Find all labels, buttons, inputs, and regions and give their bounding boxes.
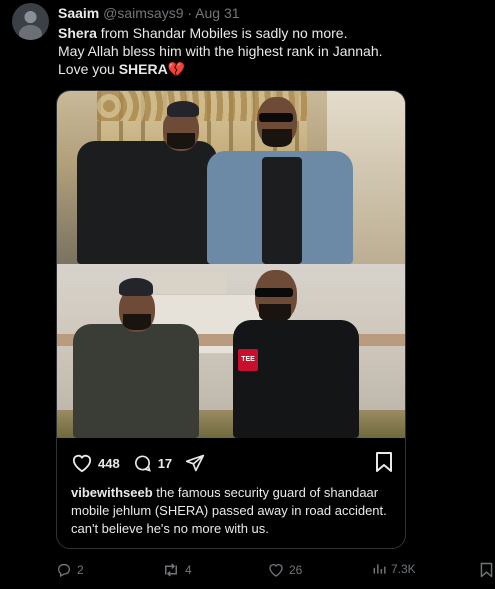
mug-label: TEE xyxy=(241,356,255,363)
guard-uniform-2 xyxy=(73,324,199,438)
caption-username[interactable]: vibewithseeb xyxy=(71,485,153,500)
man-shirt xyxy=(262,157,302,264)
reply-icon xyxy=(58,564,70,578)
broken-heart-emoji: 💔 xyxy=(167,61,186,77)
tweet-date[interactable]: Aug 31 xyxy=(195,5,239,21)
man-beard xyxy=(262,129,292,147)
tweet-line-2: May Allah bless him with the highest ran… xyxy=(58,43,383,59)
post-actions: 448 17 xyxy=(71,451,393,475)
avatar[interactable] xyxy=(12,3,49,40)
post-share-action[interactable] xyxy=(184,453,211,473)
views-icon xyxy=(373,564,386,574)
heart-icon[interactable] xyxy=(71,453,93,473)
post-caption: vibewithseeb the famous security guard o… xyxy=(71,484,401,538)
reply-count: 2 xyxy=(77,563,84,577)
tweet-text: Shera from Shandar Mobiles is sadly no m… xyxy=(58,24,478,78)
heart-icon xyxy=(269,564,283,577)
guard-beard-2 xyxy=(123,314,151,330)
man-sweater xyxy=(233,320,359,438)
retweet-button[interactable]: 4 xyxy=(162,562,192,578)
man-beard-2 xyxy=(259,304,291,322)
mug: TEE xyxy=(238,349,258,371)
like-button[interactable]: 26 xyxy=(268,562,302,578)
photo-top xyxy=(57,91,405,264)
tweet-header: Saaim @saimsays9 · Aug 31 xyxy=(58,5,240,21)
views-button[interactable]: 7.3K xyxy=(372,562,416,576)
guard-cap xyxy=(167,101,199,117)
photo-bottom: TEE xyxy=(57,264,405,438)
tweet-line-1-text: from Shandar Mobiles is sadly no more. xyxy=(96,25,348,41)
post-like-count: 448 xyxy=(98,455,120,471)
guard-uniform xyxy=(77,141,217,264)
tweet-line-1: Shera from Shandar Mobiles is sadly no m… xyxy=(58,24,478,42)
tweet-line-3: Love you SHERA💔 xyxy=(58,60,478,78)
bookmark-icon xyxy=(480,562,493,578)
post-like-action[interactable]: 448 xyxy=(71,453,120,473)
views-count: 7.3K xyxy=(391,562,416,576)
post-comment-action[interactable]: 17 xyxy=(132,453,172,473)
tweet-line-3-text: Love you xyxy=(58,61,119,77)
share-icon[interactable] xyxy=(184,453,206,473)
guard-cap-2 xyxy=(119,278,153,296)
tweet-footer-actions: 2 4 26 7.3K xyxy=(56,562,495,580)
reply-button[interactable]: 2 xyxy=(56,562,84,578)
sunglasses-2 xyxy=(255,288,293,297)
tweet-bold-shera: SHERA xyxy=(118,61,168,77)
bookmark-button[interactable] xyxy=(480,562,495,578)
like-count: 26 xyxy=(289,563,303,577)
comment-icon[interactable] xyxy=(132,453,153,473)
author-name[interactable]: Saaim xyxy=(58,5,99,21)
post-comment-count: 17 xyxy=(157,455,173,471)
bookmark-icon[interactable] xyxy=(375,451,393,473)
post-bookmark-action[interactable] xyxy=(375,451,393,478)
separator-dot: · xyxy=(187,5,193,21)
tweet-bold-name: Shera xyxy=(58,25,97,41)
sunglasses xyxy=(259,113,293,122)
author-handle[interactable]: @saimsays9 xyxy=(103,5,183,21)
embedded-post-card[interactable]: TEE 448 17 vibewithseeb the famous secur… xyxy=(56,90,406,549)
retweet-icon xyxy=(165,563,177,577)
retweet-count: 4 xyxy=(185,563,192,577)
guard-beard xyxy=(167,133,195,149)
